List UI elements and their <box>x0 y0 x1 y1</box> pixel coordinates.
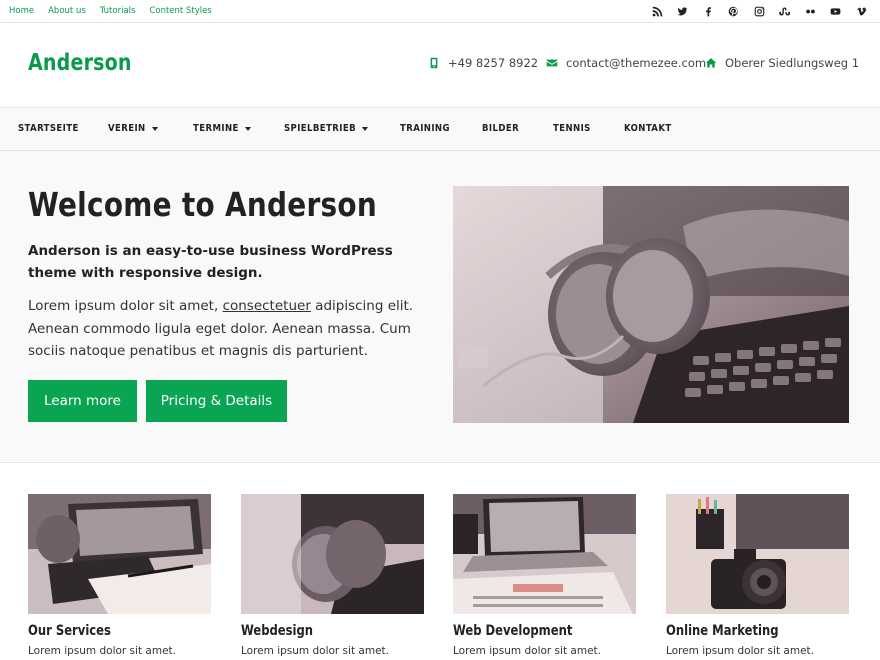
pricing-details-button[interactable]: Pricing & Details <box>146 380 287 422</box>
nav-label: STARTSEITE <box>18 123 79 134</box>
instagram-icon[interactable] <box>747 3 773 20</box>
top-bar: Home About us Tutorials Content Styles <box>0 0 880 23</box>
header-email: contact@themezee.com <box>546 56 706 70</box>
nav-label: BILDER <box>482 123 520 134</box>
phone-number: +49 8257 8922 <box>448 56 539 70</box>
nav-item-training[interactable]: TRAINING <box>400 123 450 134</box>
nav-item-kontakt[interactable]: KONTAKT <box>624 123 672 134</box>
nav-label: KONTAKT <box>624 123 672 134</box>
nav-item-tennis[interactable]: TENNIS <box>553 123 591 134</box>
nav-item-termine[interactable]: TERMINE <box>193 123 251 134</box>
hero-section: Welcome to Anderson Anderson is an easy-… <box>0 151 880 463</box>
service-card: Online Marketing Lorem ipsum dolor sit a… <box>666 494 849 657</box>
nav-item-bilder[interactable]: BILDER <box>482 123 519 134</box>
card-title[interactable]: Webdesign <box>241 623 409 639</box>
hero-image <box>453 186 849 423</box>
card-image[interactable] <box>453 494 636 614</box>
card-image[interactable] <box>666 494 849 614</box>
rss-icon[interactable] <box>645 3 671 20</box>
nav-label: TRAINING <box>400 123 450 134</box>
hero-inline-link[interactable]: consectetuer <box>223 298 311 314</box>
card-title[interactable]: Online Marketing <box>666 623 834 639</box>
headphones-photo <box>241 494 424 614</box>
caret-down-icon <box>361 126 368 131</box>
site-header: Anderson +49 8257 8922 contact@themezee.… <box>0 23 880 108</box>
social-icons <box>645 3 875 20</box>
headphones-laptop-photo <box>453 186 849 423</box>
top-navigation: Home About us Tutorials Content Styles <box>9 5 226 17</box>
top-link-tutorials[interactable]: Tutorials <box>100 5 136 17</box>
card-title[interactable]: Web Development <box>453 623 621 639</box>
top-link-about[interactable]: About us <box>48 5 86 17</box>
laptop-notebook-photo <box>28 494 211 614</box>
stumbleupon-icon[interactable] <box>772 3 798 20</box>
twitter-icon[interactable] <box>670 3 696 20</box>
main-navigation: STARTSEITE VEREIN TERMINE SPIELBETRIEB T… <box>0 108 880 151</box>
pinterest-icon[interactable] <box>721 3 747 20</box>
email-address[interactable]: contact@themezee.com <box>566 56 706 70</box>
facebook-icon[interactable] <box>696 3 722 20</box>
hero-subtitle: Anderson is an easy-to-use business Word… <box>28 243 393 281</box>
site-logo[interactable]: Anderson <box>28 50 132 76</box>
camera-photo <box>666 494 849 614</box>
hero-text-start: Lorem ipsum dolor sit amet, <box>28 298 223 314</box>
service-card: Web Development Lorem ipsum dolor sit am… <box>453 494 636 657</box>
header-phone: +49 8257 8922 <box>428 56 538 70</box>
card-image[interactable] <box>241 494 424 614</box>
top-link-content-styles[interactable]: Content Styles <box>149 5 211 17</box>
phone-icon <box>430 57 438 69</box>
hero-text: Lorem ipsum dolor sit amet, consectetuer… <box>28 295 433 363</box>
envelope-icon <box>546 59 558 67</box>
card-text: Lorem ipsum dolor sit amet. <box>241 645 389 657</box>
nav-item-startseite[interactable]: STARTSEITE <box>18 123 79 134</box>
nav-label: TERMINE <box>193 123 239 134</box>
laptop-newspaper-photo <box>453 494 636 614</box>
nav-item-spielbetrieb[interactable]: SPIELBETRIEB <box>284 123 368 134</box>
service-card: Our Services Lorem ipsum dolor sit amet. <box>28 494 211 657</box>
card-title[interactable]: Our Services <box>28 623 196 639</box>
learn-more-button[interactable]: Learn more <box>28 380 137 422</box>
address-text: Oberer Siedlungsweg 1 <box>725 56 860 70</box>
caret-down-icon <box>151 126 158 131</box>
top-link-home[interactable]: Home <box>9 5 34 17</box>
nav-label: SPIELBETRIEB <box>284 123 356 134</box>
nav-item-verein[interactable]: VEREIN <box>108 123 158 134</box>
nav-label: VEREIN <box>108 123 146 134</box>
flickr-icon[interactable] <box>798 3 824 20</box>
nav-label: TENNIS <box>553 123 591 134</box>
hero-title: Welcome to Anderson <box>28 185 378 224</box>
card-text: Lorem ipsum dolor sit amet. <box>453 645 601 657</box>
card-text: Lorem ipsum dolor sit amet. <box>666 645 814 657</box>
card-text: Lorem ipsum dolor sit amet. <box>28 645 176 657</box>
home-icon <box>705 58 717 68</box>
caret-down-icon <box>244 126 251 131</box>
youtube-icon[interactable] <box>823 3 849 20</box>
vimeo-icon[interactable] <box>849 3 875 20</box>
service-card: Webdesign Lorem ipsum dolor sit amet. <box>241 494 424 657</box>
header-address: Oberer Siedlungsweg 1 <box>705 56 859 70</box>
card-image[interactable] <box>28 494 211 614</box>
